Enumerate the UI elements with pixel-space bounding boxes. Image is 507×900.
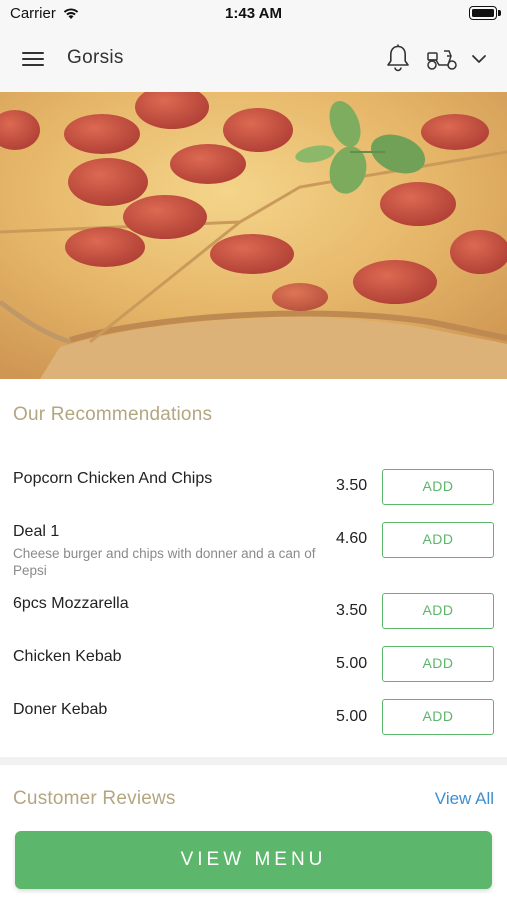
add-button[interactable]: ADD <box>382 593 494 629</box>
item-description: Cheese burger and chips with donner and … <box>13 546 316 578</box>
item-name: Deal 1 <box>13 523 60 540</box>
view-menu-button[interactable]: VIEW MENU <box>15 831 492 889</box>
add-button[interactable]: ADD <box>382 646 494 682</box>
item-name: Doner Kebab <box>13 701 108 718</box>
item-name: Popcorn Chicken And Chips <box>13 470 213 487</box>
bell-icon[interactable] <box>384 43 412 73</box>
recommendations-heading: Our Recommendations <box>13 404 213 425</box>
scooter-icon[interactable] <box>424 45 460 73</box>
status-bar: Carrier 1:43 AM <box>0 0 507 28</box>
chevron-down-icon[interactable] <box>469 50 489 68</box>
section-divider <box>0 757 507 765</box>
nav-bar: Gorsis <box>0 28 507 92</box>
item-price: 4.60 <box>336 530 368 547</box>
item-name: 6pcs Mozzarella <box>13 595 129 612</box>
hero-pizza-image <box>0 92 507 379</box>
battery-icon <box>469 6 501 20</box>
hamburger-menu-icon[interactable] <box>20 48 46 70</box>
add-button[interactable]: ADD <box>382 469 494 505</box>
reviews-heading: Customer Reviews <box>13 788 176 809</box>
item-price: 3.50 <box>336 477 368 494</box>
item-price: 5.00 <box>336 655 368 672</box>
item-price: 5.00 <box>336 708 368 725</box>
view-all-link[interactable]: View All <box>435 789 494 809</box>
add-button[interactable]: ADD <box>382 522 494 558</box>
page-title: Gorsis <box>67 47 124 68</box>
clock: 1:43 AM <box>225 5 282 22</box>
add-button[interactable]: ADD <box>382 699 494 735</box>
item-name: Chicken Kebab <box>13 648 122 665</box>
item-price: 3.50 <box>336 602 368 619</box>
